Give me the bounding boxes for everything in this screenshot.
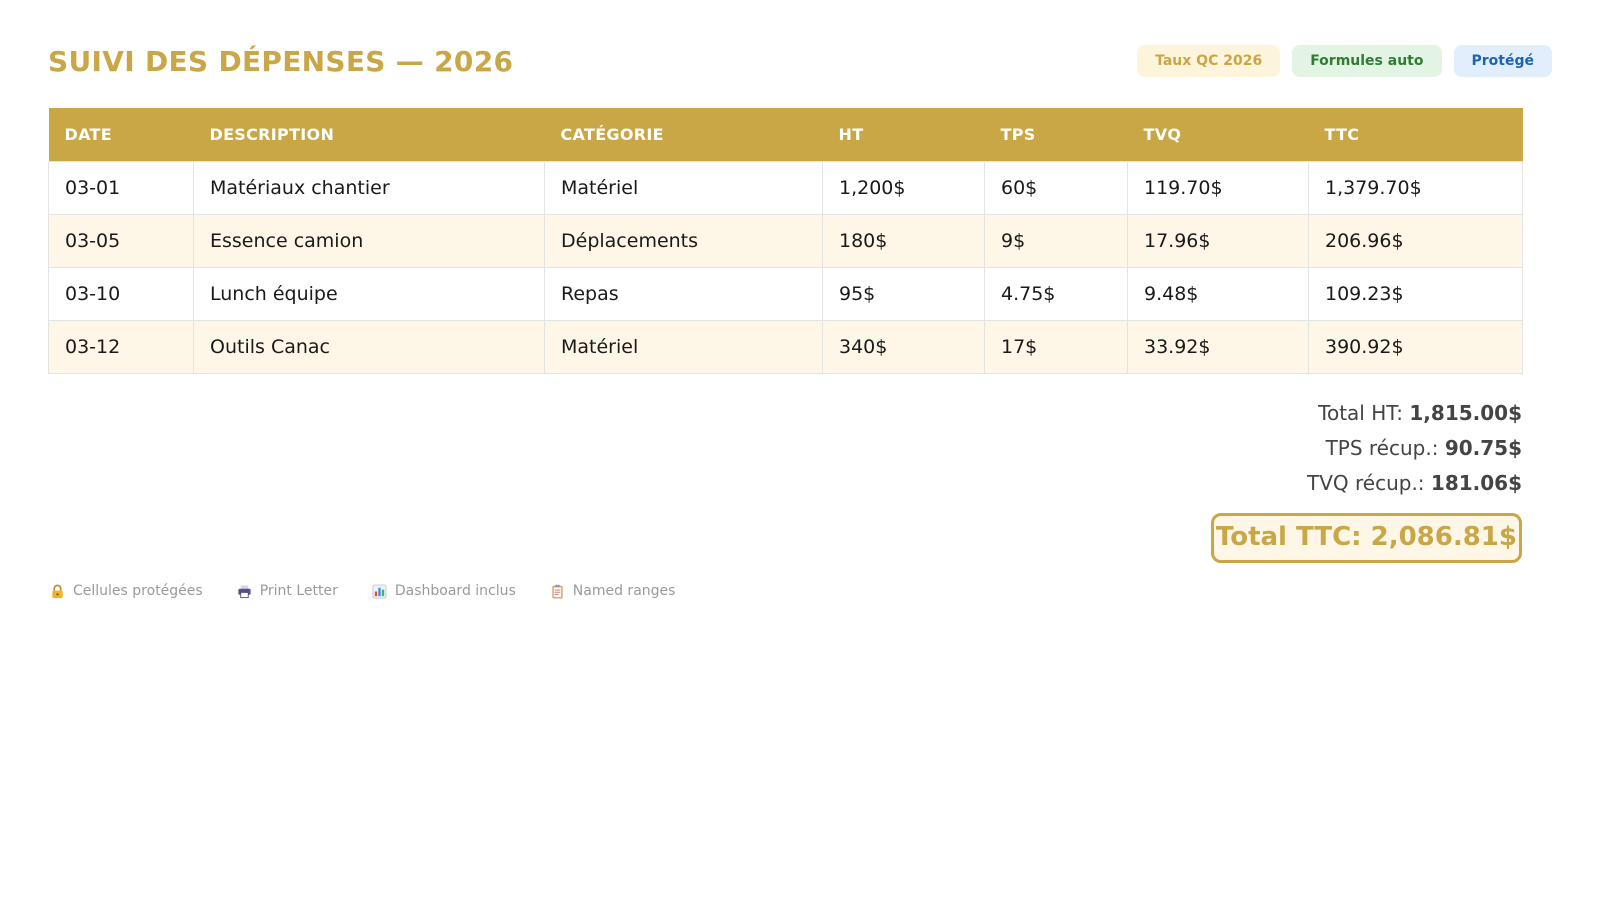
cell-description[interactable]: Matériaux chantier — [193, 161, 545, 215]
total-ht-value: 1,815.00$ — [1409, 401, 1522, 425]
cell-date[interactable]: 03-05 — [48, 214, 194, 268]
tvq-recup-value: 181.06$ — [1430, 471, 1522, 495]
cell-date[interactable]: 03-12 — [48, 320, 194, 374]
total-ht-line: Total HT: 1,815.00$ — [1211, 396, 1522, 431]
footer-label: Print Letter — [259, 583, 338, 599]
lock-icon — [52, 584, 63, 598]
table-row: 03-05 Essence camion Déplacements 180$ 9… — [48, 214, 1523, 268]
cell-ttc[interactable]: 390.92$ — [1308, 320, 1523, 374]
table-row: 03-01 Matériaux chantier Matériel 1,200$… — [48, 161, 1523, 215]
tvq-recup-label: TVQ récup.: — [1306, 471, 1425, 495]
cell-tvq[interactable]: 17.96$ — [1127, 214, 1309, 268]
footer-item-named-ranges: Named ranges — [550, 583, 676, 599]
cell-tps[interactable]: 9$ — [984, 214, 1128, 268]
cell-tvq[interactable]: 119.70$ — [1127, 161, 1309, 215]
header: SUIVI DES DÉPENSES — 2026 Taux QC 2026 F… — [48, 36, 1552, 86]
expense-table: DATE DESCRIPTION CATÉGORIE HT TPS TVQ TT… — [48, 108, 1523, 374]
table-row: 03-10 Lunch équipe Repas 95$ 4.75$ 9.48$… — [48, 267, 1523, 321]
footer-item-protected-cells: Cellules protégées — [50, 583, 203, 599]
tps-recup-line: TPS récup.: 90.75$ — [1211, 431, 1522, 466]
cell-tps[interactable]: 4.75$ — [984, 267, 1128, 321]
footer-label: Cellules protégées — [73, 583, 203, 599]
cell-ht[interactable]: 180$ — [822, 214, 985, 268]
footer-label: Named ranges — [572, 583, 676, 599]
feature-footer: Cellules protégées Print Letter Dashboar… — [50, 583, 675, 599]
cell-date[interactable]: 03-01 — [48, 161, 194, 215]
footer-item-dashboard: Dashboard inclus — [372, 583, 516, 599]
totals-summary: Total HT: 1,815.00$ TPS récup.: 90.75$ T… — [1210, 396, 1522, 563]
badge-formulas: Formules auto — [1292, 45, 1442, 77]
cell-ht[interactable]: 340$ — [822, 320, 985, 374]
badge-rates: Taux QC 2026 — [1137, 45, 1281, 77]
column-header-date[interactable]: DATE — [48, 108, 194, 162]
column-header-ht[interactable]: HT — [822, 108, 985, 162]
tps-recup-value: 90.75$ — [1444, 436, 1522, 460]
cell-ht[interactable]: 95$ — [822, 267, 985, 321]
footer-item-print: Print Letter — [237, 583, 338, 599]
cell-tvq[interactable]: 33.92$ — [1127, 320, 1309, 374]
tps-recup-label: TPS récup.: — [1325, 436, 1439, 460]
footer-label: Dashboard inclus — [394, 583, 516, 599]
cell-category[interactable]: Déplacements — [544, 214, 823, 268]
table-row: 03-12 Outils Canac Matériel 340$ 17$ 33.… — [48, 320, 1523, 374]
total-ttc-box: Total TTC: 2,086.81$ — [1210, 513, 1522, 563]
cell-ttc[interactable]: 206.96$ — [1308, 214, 1523, 268]
cell-description[interactable]: Essence camion — [193, 214, 545, 268]
column-header-tvq[interactable]: TVQ — [1127, 108, 1309, 162]
cell-description[interactable]: Lunch équipe — [193, 267, 545, 321]
expense-table-wrapper: DATE DESCRIPTION CATÉGORIE HT TPS TVQ TT… — [48, 108, 1523, 374]
page-title: SUIVI DES DÉPENSES — 2026 — [48, 44, 514, 78]
cell-description[interactable]: Outils Canac — [193, 320, 545, 374]
column-header-ttc[interactable]: TTC — [1308, 108, 1523, 162]
cell-ht[interactable]: 1,200$ — [822, 161, 985, 215]
cell-category[interactable]: Matériel — [544, 320, 823, 374]
cell-tvq[interactable]: 9.48$ — [1127, 267, 1309, 321]
cell-date[interactable]: 03-10 — [48, 267, 194, 321]
column-header-tps[interactable]: TPS — [984, 108, 1128, 162]
cell-tps[interactable]: 60$ — [984, 161, 1128, 215]
cell-ttc[interactable]: 1,379.70$ — [1308, 161, 1523, 215]
total-ht-label: Total HT: — [1318, 401, 1404, 425]
cell-ttc[interactable]: 109.23$ — [1308, 267, 1523, 321]
cell-category[interactable]: Repas — [544, 267, 823, 321]
expense-tracker-page: SUIVI DES DÉPENSES — 2026 Taux QC 2026 F… — [0, 0, 1600, 920]
table-header-row: DATE DESCRIPTION CATÉGORIE HT TPS TVQ TT… — [48, 108, 1523, 162]
cell-category[interactable]: Matériel — [544, 161, 823, 215]
cell-tps[interactable]: 17$ — [984, 320, 1128, 374]
column-header-category[interactable]: CATÉGORIE — [544, 108, 823, 162]
bar-chart-icon — [372, 584, 387, 598]
printer-icon — [238, 584, 251, 598]
clipboard-icon — [552, 584, 563, 599]
badge-group: Taux QC 2026 Formules auto Protégé — [1137, 45, 1552, 77]
badge-protected: Protégé — [1453, 45, 1552, 77]
tvq-recup-line: TVQ récup.: 181.06$ — [1211, 466, 1522, 501]
column-header-description[interactable]: DESCRIPTION — [193, 108, 545, 162]
